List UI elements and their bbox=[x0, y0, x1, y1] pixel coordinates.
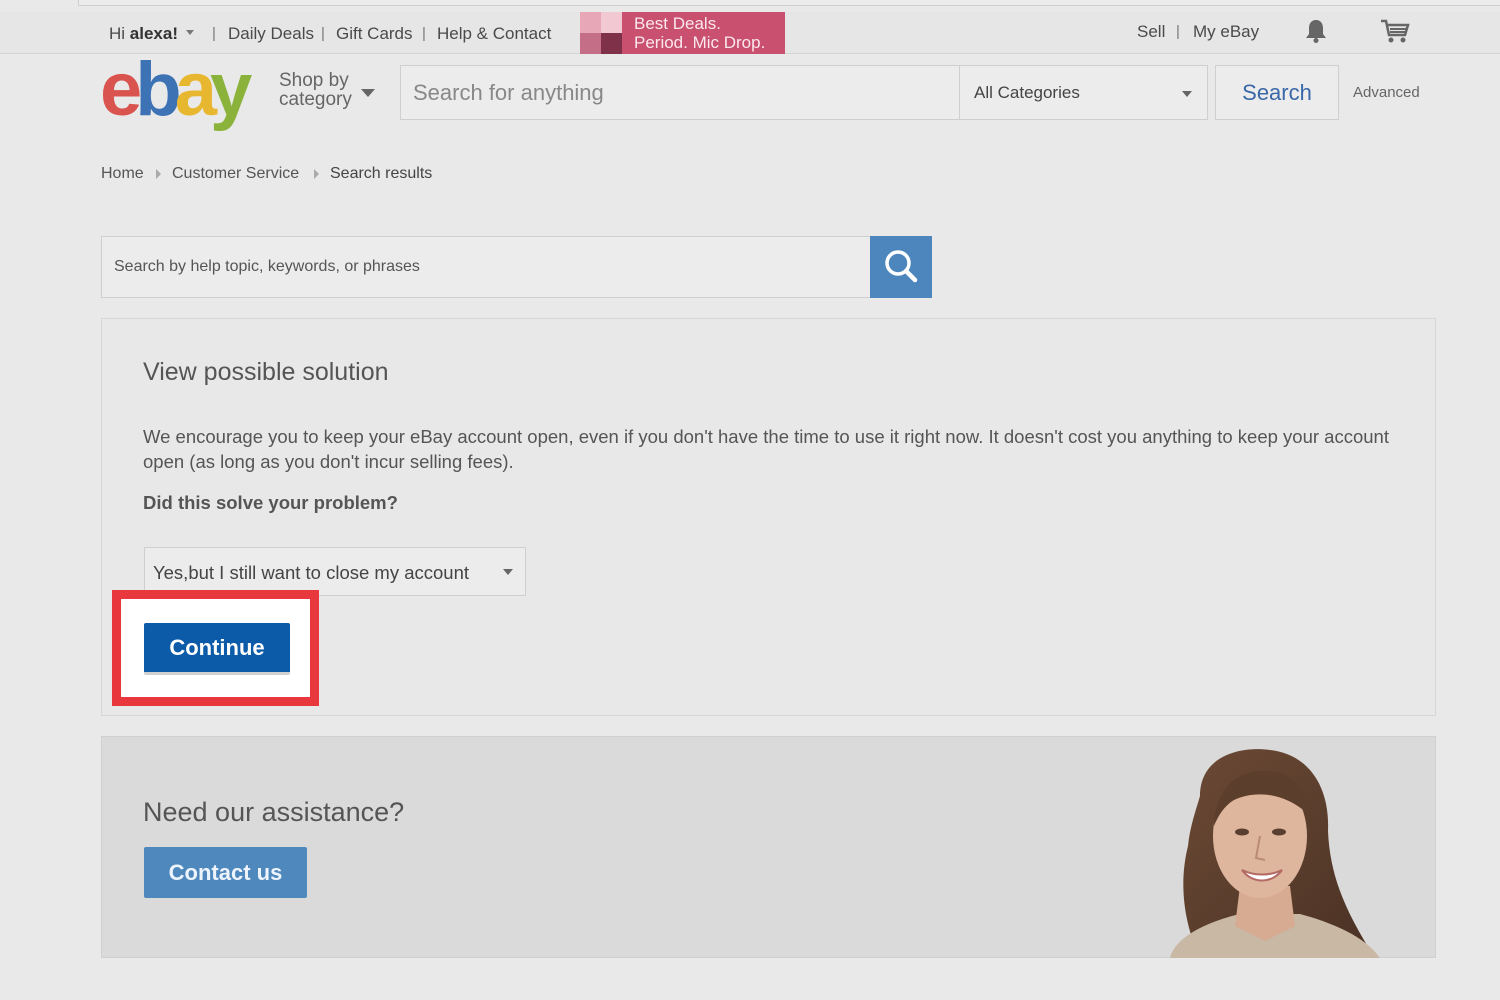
promo-pattern bbox=[601, 12, 622, 33]
username: alexa! bbox=[129, 24, 178, 43]
ebay-logo[interactable]: ebay bbox=[100, 52, 252, 128]
browser-top-edge bbox=[78, 0, 1500, 6]
promo-pattern bbox=[580, 12, 601, 33]
logo-letter: a bbox=[174, 47, 217, 132]
shop-by-category-menu[interactable]: Shop by category bbox=[279, 71, 352, 109]
breadcrumb-home[interactable]: Home bbox=[101, 165, 144, 183]
my-ebay-link[interactable]: My eBay bbox=[1193, 22, 1259, 42]
user-greeting-menu[interactable]: Hi alexa! bbox=[109, 24, 194, 44]
logo-letter: y bbox=[210, 47, 252, 132]
advanced-search-link[interactable]: Advanced bbox=[1353, 84, 1420, 101]
continue-button[interactable]: Continue bbox=[144, 623, 290, 675]
bell-icon[interactable] bbox=[1304, 18, 1328, 49]
answer-select-value: Yes,but I still want to close my account bbox=[153, 562, 470, 583]
answer-select[interactable]: Yes,but I still want to close my account bbox=[144, 547, 526, 596]
promo-pattern bbox=[580, 33, 601, 54]
separator: | bbox=[422, 25, 426, 42]
help-contact-link[interactable]: Help & Contact bbox=[437, 24, 551, 44]
search-icon bbox=[885, 250, 918, 283]
sell-link[interactable]: Sell bbox=[1137, 22, 1165, 42]
daily-deals-link[interactable]: Daily Deals bbox=[228, 24, 314, 44]
promo-pattern bbox=[601, 33, 622, 54]
promo-text-line1: Best Deals. bbox=[634, 14, 721, 33]
separator: | bbox=[1176, 23, 1180, 40]
solution-title: View possible solution bbox=[143, 358, 389, 386]
cart-icon[interactable] bbox=[1380, 18, 1410, 49]
chevron-down-icon[interactable] bbox=[361, 89, 375, 97]
category-select[interactable]: All Categories bbox=[960, 65, 1208, 120]
greeting-prefix: Hi bbox=[109, 24, 126, 43]
shop-by-label: Shop by bbox=[279, 70, 349, 91]
assistance-title: Need our assistance? bbox=[143, 797, 405, 827]
help-search-input[interactable] bbox=[101, 236, 871, 298]
promo-text-line2: Period. Mic Drop. bbox=[634, 33, 766, 52]
solution-question: Did this solve your problem? bbox=[143, 492, 398, 513]
gift-cards-link[interactable]: Gift Cards bbox=[336, 24, 413, 44]
category-label: category bbox=[279, 89, 352, 110]
help-search-button[interactable] bbox=[870, 236, 932, 298]
logo-letter: b bbox=[135, 47, 182, 132]
separator: | bbox=[212, 25, 216, 42]
chevron-down-icon bbox=[503, 569, 513, 575]
promo-banner[interactable]: Best Deals. Period. Mic Drop. bbox=[580, 12, 785, 54]
breadcrumb-arrow-icon bbox=[314, 169, 319, 179]
breadcrumb-arrow-icon bbox=[156, 169, 161, 179]
breadcrumb-current: Search results bbox=[330, 165, 433, 182]
chevron-down-icon bbox=[1182, 91, 1192, 97]
search-button[interactable]: Search bbox=[1215, 65, 1339, 120]
category-select-value: All Categories bbox=[974, 83, 1080, 102]
contact-us-button[interactable]: Contact us bbox=[144, 847, 307, 898]
main-search-input[interactable] bbox=[400, 65, 960, 120]
logo-letter: e bbox=[100, 47, 142, 132]
solution-text: We encourage you to keep your eBay accou… bbox=[143, 426, 1389, 472]
support-agent-photo bbox=[1170, 749, 1380, 958]
breadcrumb-customer-service[interactable]: Customer Service bbox=[172, 165, 299, 183]
chevron-down-icon bbox=[186, 30, 194, 36]
separator: | bbox=[321, 25, 325, 42]
